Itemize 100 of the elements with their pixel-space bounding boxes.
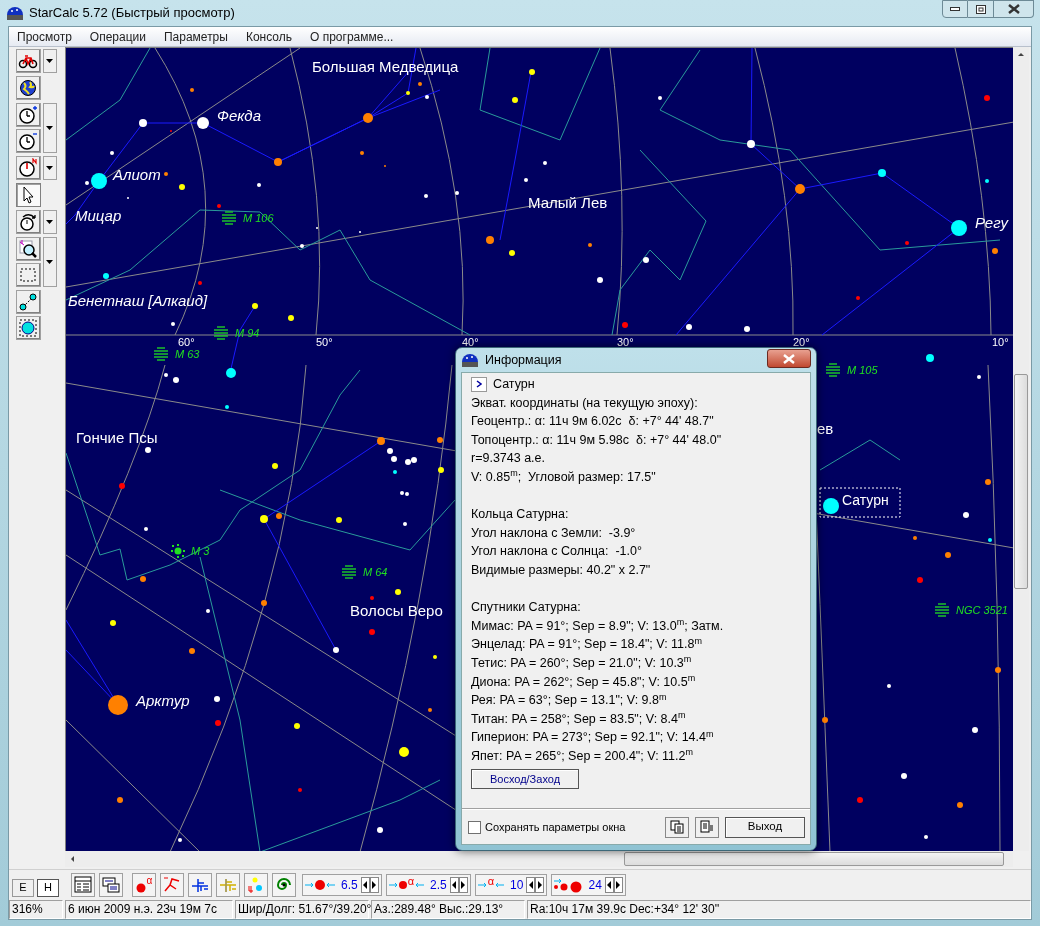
decrease-button[interactable] [449,876,459,893]
increase-button[interactable] [458,876,468,893]
toolbar-button[interactable] [99,872,123,897]
decrease-button[interactable] [604,876,614,893]
caret-icon [46,126,53,130]
toolbar-button[interactable]: α [132,872,156,897]
arrow-icon [305,881,314,888]
caret-icon [46,260,53,264]
circle-select-icon [18,318,38,338]
maximize-icon [975,4,986,14]
star-label: Алиот [113,166,161,183]
increase-button[interactable] [535,876,545,893]
menu-item[interactable]: Операции [87,27,148,46]
menu-item[interactable]: О программе... [308,27,396,46]
status-field: Шир/Долг: 51.67°/39.20° [235,900,369,919]
spinner-control[interactable]: α 10 [474,873,548,896]
tool-button[interactable] [15,129,41,153]
toolbar-button[interactable] [160,872,184,897]
info-line: Экват. координаты (на текущую эпоху): [471,394,699,412]
alpha-symbol: α [146,875,153,886]
tool-button[interactable] [15,237,41,261]
dot-icon [135,882,146,893]
info-line: Угол наклона с Земли: -3.9° [471,524,637,542]
caret-icon [46,59,53,63]
toolbar-button[interactable] [272,872,296,897]
star-label: Регу [975,214,1009,231]
degree-label: 20° [793,336,810,348]
spinner-control[interactable]: 24 [551,873,626,896]
star-label: Мицар [75,207,122,224]
window-title: StarCalc 5.72 (Быстрый просмотр) [29,4,235,23]
info-line: Гиперион: PA = 273°; Sep = 92.1"; V: 14.4$^{m}$ [471,728,715,747]
info-line: Геоцентр.: α: 11ч 9м 6.02с δ: +7° 44' 48.7" [471,413,715,431]
toolbar-button[interactable] [71,872,95,897]
scrollbar-thumb[interactable] [1014,374,1028,589]
info-line: Титан: PA = 258°; Sep = 83.5"; V: 8.4$^{m}$ [471,709,687,728]
checkbox-label: Сохранять параметры окна [485,819,626,835]
copy-button[interactable] [665,816,689,838]
arrow-icon [388,881,398,888]
spinner-value: 24 [588,876,602,894]
close-icon [783,353,795,364]
increase-button[interactable] [613,876,623,893]
close-button[interactable] [767,349,811,368]
menu-item[interactable]: Параметры [161,27,230,46]
tool-button[interactable] [15,290,41,314]
document-button[interactable] [695,816,719,838]
dropdown-button[interactable] [42,210,57,234]
spinner-value: 10 [510,876,524,894]
info-line: Видимые размеры: 40.2" x 2.7" [471,561,652,579]
dots-icon [554,876,583,893]
app-icon [6,5,24,21]
planet-marker[interactable] [823,498,839,514]
clock-minus-icon [18,131,38,151]
close-button[interactable] [994,0,1034,18]
toolbar-button[interactable] [188,872,212,897]
spinner-value: 6.5 [341,876,358,894]
selection-icon [18,265,38,285]
chevron-icon [476,380,482,389]
increase-button[interactable] [369,876,379,893]
tool-button[interactable] [15,103,41,127]
decrease-button[interactable] [526,876,536,893]
object-label: M 105 [847,364,878,376]
arrow-icon [477,881,487,888]
menu-item[interactable]: Консоль [243,27,294,46]
tool-button[interactable] [15,210,41,234]
tool-button[interactable] [15,49,41,73]
object-label: M 63 [175,348,200,360]
object-label: M 106 [243,212,274,224]
rotate-clock-icon [18,212,38,232]
decrease-button[interactable] [360,876,370,893]
menu-item[interactable]: Просмотр [15,27,74,46]
tool-button[interactable] [15,316,41,340]
dot-icon [315,879,325,890]
view-toggle-button[interactable]: H [37,878,59,897]
exit-button[interactable]: Выход [725,816,805,838]
degree-label: 10° [992,336,1009,348]
tool-button[interactable] [15,183,41,207]
dropdown-button[interactable] [42,156,57,180]
save-settings-checkbox[interactable] [468,820,481,834]
left-arrow-icon [527,879,534,890]
alpha-symbol: α [487,876,495,887]
object-label: NGC 3521 [956,604,1008,616]
spinner-control[interactable]: 6.5 [302,873,382,896]
degree-label: 50° [316,336,333,348]
minimize-button[interactable] [942,0,968,18]
spinner-control[interactable]: α 2.5 [385,873,471,896]
tool-button[interactable] [15,156,41,180]
zoom-icon [18,239,38,259]
app-icon [461,352,479,368]
constellation-label: ев [817,420,834,437]
constellation-label: Волосы Веро [350,602,443,619]
scrollbar-thumb[interactable] [624,852,1004,866]
expand-button[interactable] [471,376,487,392]
info-line: Спутники Сатурна: [471,599,582,617]
list-icon [101,874,121,895]
dropdown-button[interactable] [42,49,57,73]
rise-set-button[interactable]: Восход/Заход [471,769,579,790]
clock-icon [18,158,38,178]
tool-button[interactable] [15,76,41,100]
maximize-button[interactable] [968,0,994,18]
view-toggle-button[interactable]: E [12,878,34,897]
